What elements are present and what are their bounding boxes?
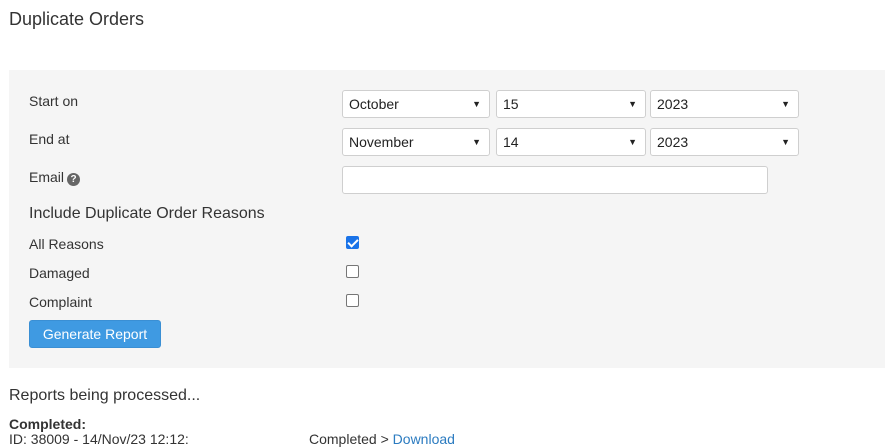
report-id-text: ID: 38009 - 14/Nov/23 12:12:: [9, 431, 189, 447]
caret-down-icon: ▼: [628, 137, 637, 147]
end-day-select[interactable]: 14 ▼: [496, 128, 646, 156]
end-year-value: 2023: [657, 134, 689, 150]
start-month-value: October: [349, 96, 399, 112]
completed-label: Completed:: [9, 416, 86, 432]
start-label: Start on: [29, 93, 79, 109]
report-form-panel: Start on October ▼ 15 ▼ 2023 ▼ End at No…: [9, 70, 885, 368]
caret-down-icon: ▼: [628, 99, 637, 109]
page-title: Duplicate Orders: [9, 9, 145, 29]
caret-down-icon: ▼: [472, 99, 481, 109]
caret-down-icon: ▼: [781, 99, 790, 109]
caret-down-icon: ▼: [781, 137, 790, 147]
reason-complaint-checkbox[interactable]: [346, 294, 359, 307]
reason-damaged-checkbox[interactable]: [346, 265, 359, 278]
reason-damaged-label: Damaged: [29, 265, 90, 281]
reason-all-checkbox[interactable]: [346, 236, 359, 249]
start-day-select[interactable]: 15 ▼: [496, 90, 646, 118]
email-field[interactable]: [342, 166, 768, 194]
download-link[interactable]: Download: [393, 431, 455, 447]
end-year-select[interactable]: 2023 ▼: [650, 128, 799, 156]
end-label: End at: [29, 131, 70, 147]
reports-heading: Reports being processed...: [9, 387, 201, 404]
question-circle-icon[interactable]: ?: [67, 173, 81, 186]
generate-report-button[interactable]: Generate Report: [29, 320, 161, 348]
start-month-select[interactable]: October ▼: [342, 90, 490, 118]
start-year-select[interactable]: 2023 ▼: [650, 90, 799, 118]
email-label-group: Email?: [29, 169, 81, 186]
reasons-heading: Include Duplicate Order Reasons: [29, 205, 265, 222]
caret-down-icon: ▼: [472, 137, 481, 147]
report-status: Completed > Download: [309, 431, 455, 447]
reason-all-label: All Reasons: [29, 236, 104, 252]
start-year-value: 2023: [657, 96, 689, 112]
start-day-value: 15: [503, 96, 519, 112]
reason-complaint-label: Complaint: [29, 294, 93, 310]
end-month-value: November: [349, 134, 414, 150]
end-month-select[interactable]: November ▼: [342, 128, 490, 156]
email-label: Email: [29, 169, 65, 185]
end-day-value: 14: [503, 134, 519, 150]
report-status-text: Completed >: [309, 431, 389, 447]
